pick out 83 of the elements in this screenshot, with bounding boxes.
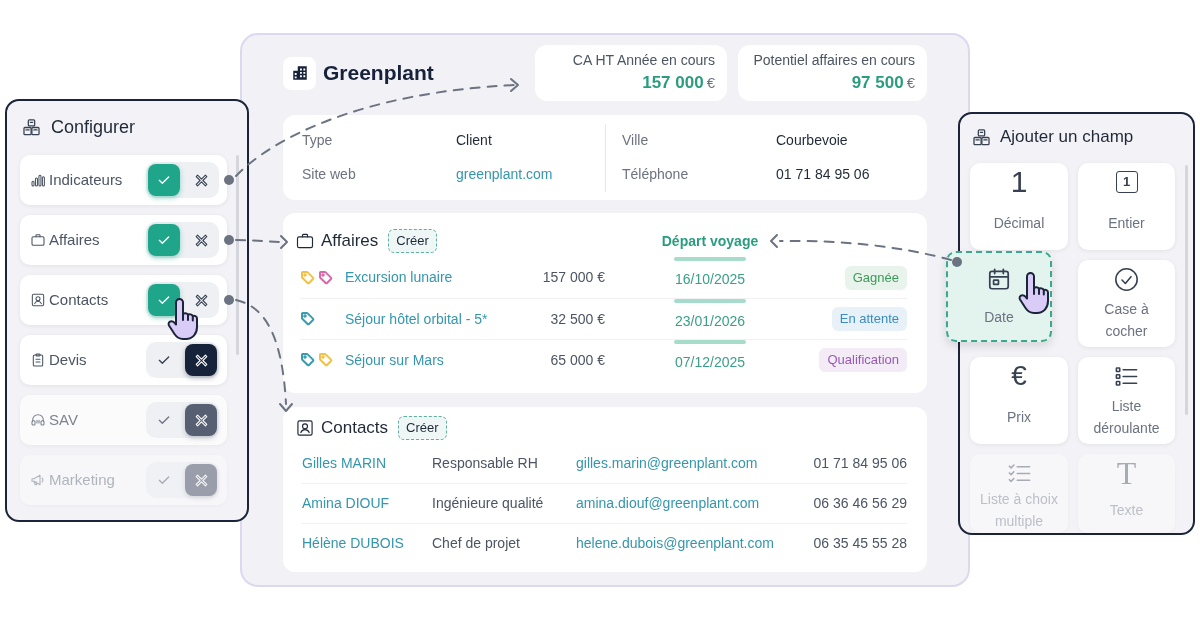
contact-phone: 06 36 46 56 29: [813, 494, 907, 513]
calendar-icon: [986, 266, 1012, 292]
field-label: Type: [302, 131, 333, 150]
status-badge: Gagnée: [844, 265, 907, 290]
kpi-value: 157 000: [642, 72, 704, 95]
field-type-card[interactable]: 1 Entier: [1078, 163, 1175, 250]
contact-card-icon: [295, 418, 315, 438]
circle-check-icon: [1113, 265, 1140, 293]
currency-symbol: €: [706, 73, 715, 94]
boxes-icon: [972, 127, 991, 147]
megaphone-icon: [30, 472, 46, 488]
deal-amount: 32 500 €: [549, 309, 605, 329]
contact-phone: 01 71 84 95 06: [813, 453, 907, 473]
hand-pointer-icon: [167, 298, 198, 340]
disable-button[interactable]: [185, 344, 217, 376]
boxed-digit-icon: 1: [1115, 171, 1138, 193]
headset-icon: [30, 412, 46, 428]
deal-name-link[interactable]: Séjour sur Mars: [345, 349, 525, 371]
module-label: Devis: [49, 349, 87, 370]
contact-name-link[interactable]: Hélène DUBOIS: [302, 533, 432, 554]
module-label: Contacts: [49, 289, 109, 310]
contact-card-icon: [30, 292, 46, 308]
field-value: Client: [456, 131, 492, 150]
departure-date: 16/10/2025: [674, 270, 746, 289]
field-type-card[interactable]: € Prix: [970, 357, 1068, 444]
deal-name-link[interactable]: Excursion lunaire: [345, 267, 525, 288]
module-label: Affaires: [49, 229, 100, 250]
section-title: Affaires: [321, 230, 379, 253]
field-type-card[interactable]: 1 Décimal: [970, 163, 1068, 250]
dashed-connector-arrow: [224, 235, 288, 249]
drop-indicator-bar: [674, 299, 746, 303]
status-badge: Qualification: [819, 348, 907, 372]
departure-date: 23/01/2026: [674, 311, 746, 331]
status-badge: En attente: [831, 307, 907, 331]
contact-name-link[interactable]: Gilles MARIN: [302, 452, 432, 474]
create-button[interactable]: Créer: [388, 229, 437, 253]
field-value: Courbevoie: [776, 131, 848, 150]
contact-email-link[interactable]: gilles.marin@greenplant.com: [576, 452, 814, 474]
drop-indicator-bar: [674, 257, 746, 261]
panel-title: Ajouter un champ: [1000, 126, 1134, 149]
digit-one-icon: 1: [1010, 168, 1028, 196]
euro-icon: €: [1011, 362, 1027, 390]
boxes-icon: [22, 117, 41, 137]
briefcase-icon: [295, 231, 315, 251]
bar-chart-icon: [30, 172, 46, 188]
contact-role: Ingénieure qualité: [432, 494, 545, 513]
field-type-card[interactable]: Case à cocher: [1078, 260, 1175, 347]
currency-symbol: €: [906, 73, 915, 94]
field-type-card[interactable]: Date: [946, 251, 1052, 342]
deal-amount: 65 000 €: [549, 350, 605, 370]
field-type-card[interactable]: Liste déroulante: [1078, 357, 1175, 444]
letter-t-icon: T: [1116, 459, 1137, 487]
website-link[interactable]: greenplant.com: [456, 164, 553, 185]
deal-amount: 157 000 €: [541, 268, 605, 287]
field-label: Site web: [302, 165, 356, 184]
module-label: SAV: [49, 409, 78, 430]
contact-phone: 06 35 45 55 28: [813, 534, 907, 553]
clipboard-icon: [30, 352, 46, 368]
module-label: Indicateurs: [49, 169, 123, 190]
section-title: Contacts: [321, 417, 389, 440]
departure-date: 07/12/2025: [674, 352, 746, 372]
kpi-value: 97 500: [851, 72, 904, 95]
briefcase-icon: [30, 232, 46, 248]
kpi-label: CA HT Année en cours: [572, 51, 715, 70]
company-name: Greenplant: [323, 60, 434, 87]
column-header: Départ voyage: [661, 231, 759, 251]
field-value: 01 71 84 95 06: [776, 165, 870, 184]
contact-name-link[interactable]: Amina DIOUF: [302, 493, 432, 514]
module-label: Marketing: [49, 469, 115, 490]
contact-email-link[interactable]: helene.dubois@greenplant.com: [576, 533, 814, 554]
building-icon: [283, 56, 316, 90]
deal-name-link[interactable]: Séjour hôtel orbital - 5*: [345, 308, 525, 330]
drop-indicator-bar: [674, 340, 746, 344]
contact-role: Chef de projet: [432, 534, 521, 553]
field-label: Ville: [622, 131, 649, 150]
create-button[interactable]: Créer: [398, 416, 447, 440]
kpi-label: Potentiel affaires en cours: [753, 51, 915, 70]
hand-pointer-icon: [1018, 272, 1049, 314]
enable-button[interactable]: [148, 284, 180, 316]
panel-title: Configurer: [51, 115, 136, 139]
field-label: Téléphone: [622, 165, 689, 184]
contact-email-link[interactable]: amina.diouf@greenplant.com: [576, 493, 814, 514]
contact-role: Responsable RH: [432, 453, 539, 473]
